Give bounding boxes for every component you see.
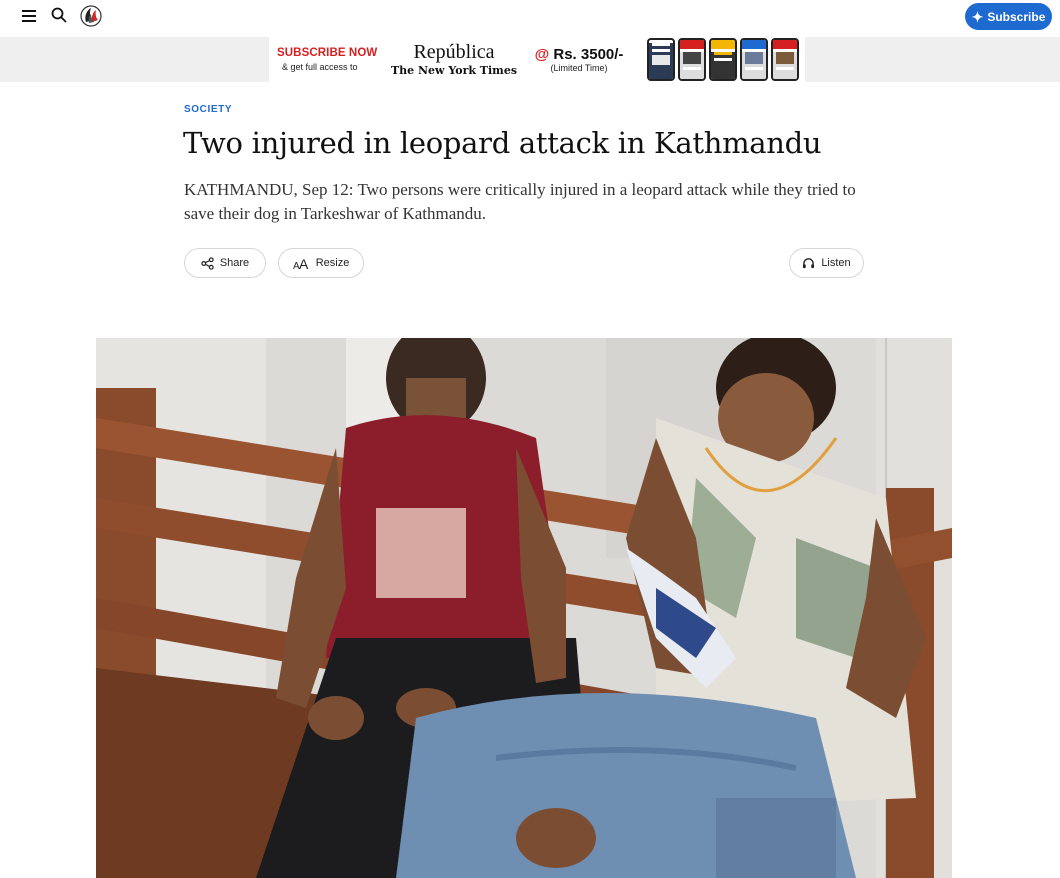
resize-label: Resize: [315, 257, 350, 269]
listen-label: Listen: [821, 257, 851, 269]
banner-partner: The New York Times: [390, 64, 518, 77]
phone-mockup: [647, 38, 675, 81]
phone-mockup: [709, 38, 737, 81]
subscribe-label: Subscribe: [987, 9, 1046, 24]
top-bar: ✦ Subscribe: [0, 0, 1060, 34]
banner-publication: República: [413, 41, 495, 63]
logo[interactable]: [80, 4, 102, 28]
share-label: Share: [219, 257, 250, 269]
phone-mockup: [678, 38, 706, 81]
plus-icon: ✦: [971, 8, 984, 25]
banner-subscribe-now: SUBSCRIBE NOW: [277, 47, 378, 59]
headphones-icon: [803, 258, 815, 269]
subscribe-button[interactable]: ✦ Subscribe: [965, 3, 1052, 30]
banner-access-text: & get full access to: [282, 62, 358, 72]
banner-subscribe-block: SUBSCRIBE NOW & get full access to: [269, 47, 389, 72]
article-category[interactable]: SOCIETY: [184, 104, 232, 115]
banner-price-value: Rs. 3500/-: [553, 46, 624, 63]
listen-button[interactable]: Listen: [789, 248, 864, 278]
banner-phone-mockups: [639, 38, 799, 81]
banner-price-block: @ Rs. 3500/- (Limited Time): [519, 46, 639, 73]
article-title: Two injured in leopard attack in Kathman…: [183, 126, 822, 160]
phone-mockup: [771, 38, 799, 81]
subscription-banner[interactable]: SUBSCRIBE NOW & get full access to Repúb…: [269, 37, 805, 82]
svg-text:A: A: [299, 257, 309, 270]
article-lede: KATHMANDU, Sep 12: Two persons were crit…: [184, 180, 856, 223]
share-icon: [201, 256, 214, 270]
resize-button[interactable]: A A Resize: [278, 248, 364, 278]
text-resize-icon: A A: [293, 257, 309, 270]
share-button[interactable]: Share: [184, 248, 266, 278]
banner-price: @ Rs. 3500/-: [519, 46, 639, 63]
search-icon[interactable]: [51, 7, 67, 23]
banner-price-at: @: [534, 46, 550, 63]
article-lead-photo: [96, 338, 952, 878]
banner-limited: (Limited Time): [550, 63, 608, 73]
phone-mockup: [740, 38, 768, 81]
menu-icon[interactable]: [22, 10, 36, 22]
banner-publication-block: República The New York Times: [389, 42, 519, 77]
